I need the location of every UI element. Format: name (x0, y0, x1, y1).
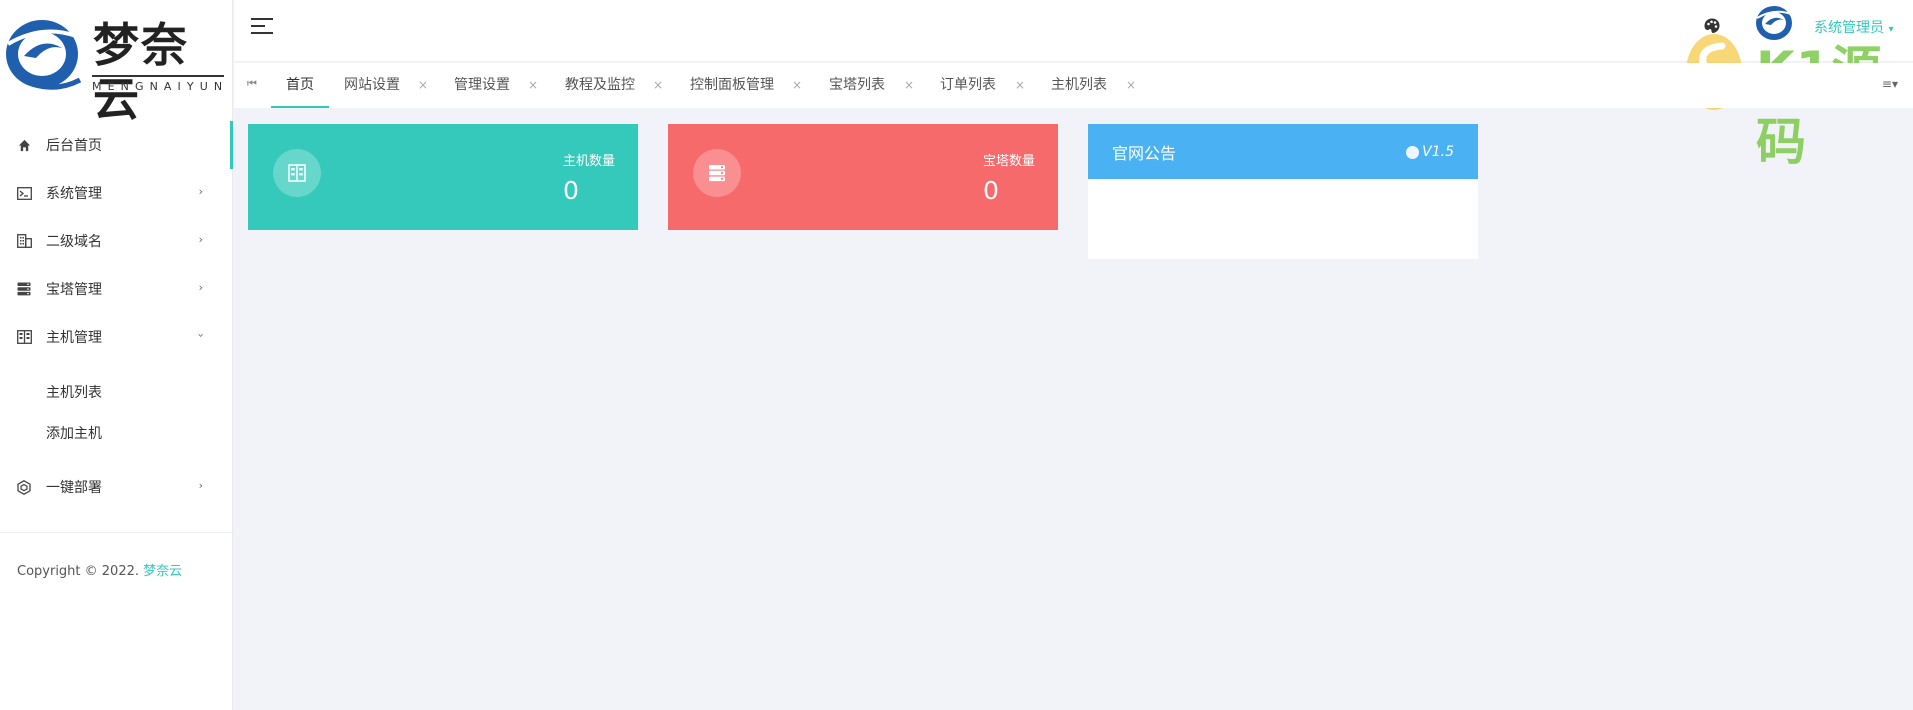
server-icon (16, 281, 32, 297)
brand-subtitle: MENGNAIYUN (92, 80, 229, 93)
copyright: Copyright © 2022. 梦奈云 (17, 560, 182, 579)
sidebar-subitem-host-list[interactable]: 主机列表 (0, 371, 233, 412)
tab-close-icon[interactable]: × (1015, 63, 1025, 107)
bt-count-card: 宝塔数量 0 (668, 124, 1058, 230)
tab-order-list[interactable]: 订单列表 (940, 63, 996, 108)
tab-label: 网站设置 (344, 77, 400, 93)
top-header: 系统管理员 ▾ (234, 0, 1913, 62)
brand-divider (92, 75, 224, 77)
menu-toggle-icon[interactable] (251, 18, 273, 36)
sidebar-menu: 后台首页 系统管理 › 二级域名 › 宝塔管理 › 主机管理 › 主机列表 添加… (0, 121, 233, 511)
tab-label: 管理设置 (454, 77, 510, 93)
host-icon (16, 329, 32, 345)
tab-label: 首页 (286, 77, 314, 93)
tab-bt-list[interactable]: 宝塔列表 (829, 63, 885, 108)
cube-icon (16, 479, 32, 495)
sidebar-subitem-label: 主机列表 (46, 384, 102, 401)
notice-header: 官网公告 V1.5 (1088, 124, 1478, 179)
tab-close-icon[interactable]: × (1126, 63, 1136, 107)
tab-bar: ⏮ 首页 网站设置 × 管理设置 × 教程及监控 × 控制面板管理 × 宝塔列表… (234, 63, 1913, 108)
version-badge: V1.5 (1406, 144, 1454, 160)
chevron-right-icon: › (198, 233, 203, 246)
tab-label: 订单列表 (940, 77, 996, 93)
host-count-label: 主机数量 (563, 154, 616, 169)
sidebar-item-bt[interactable]: 宝塔管理 › (0, 265, 233, 313)
terminal-icon (16, 185, 32, 201)
sidebar-item-label: 二级域名 (46, 234, 102, 250)
version-text: V1.5 (1422, 144, 1454, 160)
tab-panel-management[interactable]: 控制面板管理 (690, 63, 774, 108)
tab-close-icon[interactable]: × (528, 63, 538, 107)
brand-logo[interactable]: 梦奈云 MENGNAIYUN (0, 0, 233, 126)
sidebar-item-deploy[interactable]: 一键部署 › (0, 463, 233, 511)
tab-close-icon[interactable]: × (792, 63, 802, 107)
sidebar-item-label: 系统管理 (46, 186, 102, 202)
sidebar-item-system[interactable]: 系统管理 › (0, 169, 233, 217)
bt-count-value: 0 (983, 176, 999, 205)
building-icon (16, 233, 32, 249)
sidebar-item-label: 后台首页 (46, 138, 102, 154)
host-count-card: 主机数量 0 (248, 124, 638, 230)
notice-panel: 官网公告 V1.5 (1088, 124, 1478, 259)
bt-count-label: 宝塔数量 (983, 154, 1036, 169)
palette-icon[interactable] (1703, 17, 1721, 35)
version-icon (1406, 145, 1420, 159)
first-page-icon[interactable]: ⏮ (247, 77, 257, 91)
sidebar-subitem-add-host[interactable]: 添加主机 (0, 412, 233, 453)
tab-close-icon[interactable]: × (418, 63, 428, 107)
tab-close-icon[interactable]: × (653, 63, 663, 107)
host-count-value: 0 (563, 176, 579, 205)
copyright-link[interactable]: 梦奈云 (143, 564, 182, 579)
chevron-right-icon: › (198, 185, 203, 198)
sidebar-item-subdomain[interactable]: 二级域名 › (0, 217, 233, 265)
brand-name: 梦奈云 (93, 18, 189, 126)
sidebar-item-label: 宝塔管理 (46, 282, 102, 298)
caret-down-icon: ▾ (1888, 24, 1894, 35)
tab-admin-settings[interactable]: 管理设置 (454, 63, 510, 108)
tabs-menu-icon[interactable]: ≡▾ (1882, 77, 1898, 91)
server-icon (693, 149, 741, 197)
chevron-right-icon: › (198, 479, 203, 492)
home-icon (16, 137, 32, 153)
sidebar: 梦奈云 MENGNAIYUN 后台首页 系统管理 › 二级域名 › 宝塔管理 ›… (0, 0, 233, 710)
tab-label: 控制面板管理 (690, 77, 774, 93)
tab-tutorial-monitor[interactable]: 教程及监控 (565, 63, 635, 108)
sidebar-item-label: 一键部署 (46, 480, 102, 496)
logo-icon (6, 20, 82, 90)
admin-name: 系统管理员 (1814, 20, 1884, 36)
tab-label: 教程及监控 (565, 77, 635, 93)
tab-label: 主机列表 (1051, 77, 1107, 93)
host-icon (273, 149, 321, 197)
tab-home[interactable]: 首页 (271, 63, 329, 108)
copyright-text: Copyright © 2022. (17, 564, 144, 579)
tab-site-settings[interactable]: 网站设置 (344, 63, 400, 108)
sidebar-item-label: 主机管理 (46, 330, 102, 346)
tab-close-icon[interactable]: × (904, 63, 914, 107)
chevron-down-icon: › (194, 333, 208, 338)
tab-label: 宝塔列表 (829, 77, 885, 93)
sidebar-subitem-label: 添加主机 (46, 425, 102, 442)
sidebar-divider (0, 532, 233, 533)
avatar[interactable] (1754, 3, 1794, 43)
sidebar-item-hosts[interactable]: 主机管理 › (0, 313, 233, 361)
admin-menu[interactable]: 系统管理员 ▾ (1814, 17, 1893, 37)
sidebar-item-home[interactable]: 后台首页 (0, 121, 233, 169)
tab-host-list[interactable]: 主机列表 (1051, 63, 1107, 108)
notice-title: 官网公告 (1112, 143, 1177, 163)
chevron-right-icon: › (198, 281, 203, 294)
